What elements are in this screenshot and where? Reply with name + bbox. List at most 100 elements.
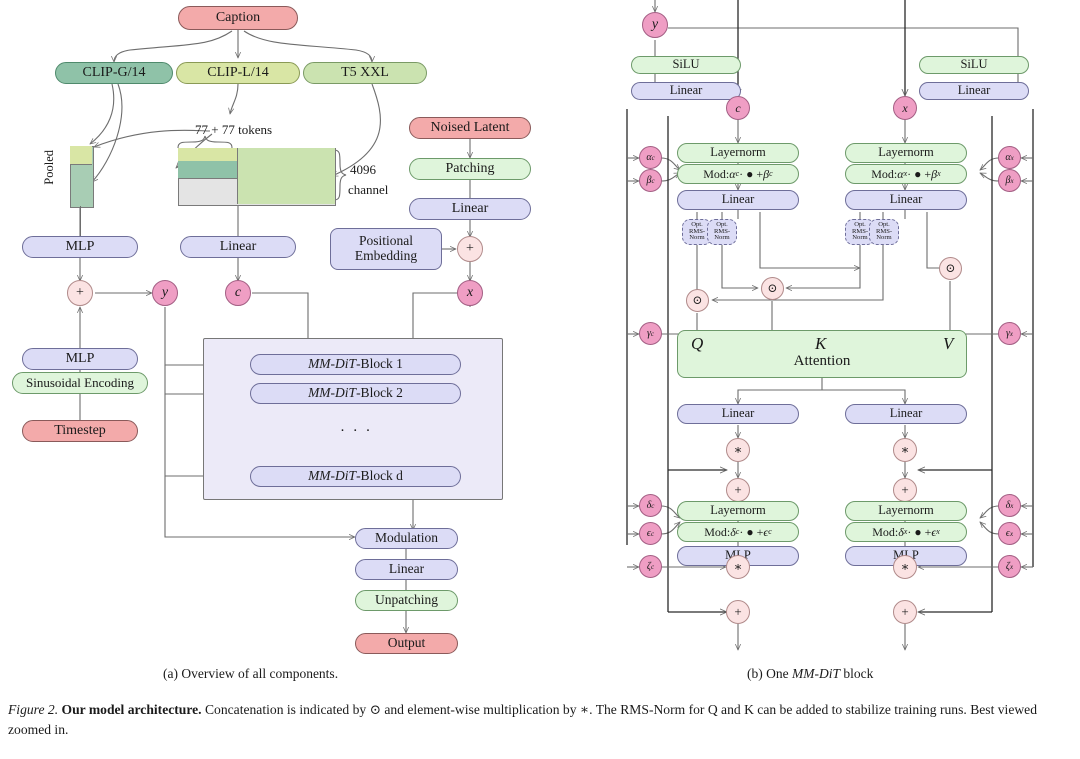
node-mod-c-1[interactable]: Mod: αc · ● + βc (677, 164, 799, 184)
mmdit-block-d[interactable]: MM-DiT -Block d (250, 466, 461, 487)
node-silu-x[interactable]: SiLU (919, 56, 1029, 74)
node-encoder-t5-xxl[interactable]: T5 XXL (303, 62, 427, 84)
node-output[interactable]: Output (355, 633, 458, 654)
mod-x-2-pre: Mod: (872, 524, 899, 539)
node-linear-latent[interactable]: Linear (409, 198, 531, 220)
node-layernorm-x-1[interactable]: Layernorm (845, 143, 967, 163)
op-mult-c-attn[interactable]: ∗ (726, 438, 750, 462)
node-mlp-pooled[interactable]: MLP (22, 236, 138, 258)
node-linear-x-qkv[interactable]: Linear (845, 190, 967, 210)
node-layernorm-x-2[interactable]: Layernorm (845, 501, 967, 521)
mod-c-1-mid: · ● + (739, 166, 764, 181)
mmdit-block-d-prefix: MM-DiT (308, 468, 357, 484)
var-y[interactable]: y (152, 280, 178, 306)
param-gamma-c[interactable]: γc (639, 322, 662, 345)
node-rmsnorm-x-k[interactable]: Opt. RMS- Norm (869, 219, 899, 245)
param-epsilon-x-sub: x (1009, 529, 1014, 538)
panelb-var-x[interactable]: x (893, 96, 917, 120)
rmsnorm-c-k-l3: Norm (714, 234, 730, 242)
rmsnorm-c-q-l3: Norm (689, 234, 705, 242)
node-mlp-timestep[interactable]: MLP (22, 348, 138, 370)
op-concat-v[interactable]: ⊙ (939, 257, 962, 280)
op-add-x-mlp[interactable]: + (893, 600, 917, 624)
param-gamma-x[interactable]: γx (998, 322, 1021, 345)
op-mult-c-mlp[interactable]: ∗ (726, 555, 750, 579)
pooled-stem (80, 206, 81, 236)
mmdit-block-1[interactable]: MM-DiT -Block 1 (250, 354, 461, 375)
mod-x-1-mid: · ● + (907, 166, 932, 181)
connector-lines (0, 0, 1034, 759)
param-beta-x-sub: x (1010, 176, 1014, 185)
op-concat-q[interactable]: ⊙ (686, 289, 709, 312)
op-add-c-attn[interactable]: + (726, 478, 750, 502)
attention-label-k: K (815, 334, 827, 353)
label-tokens: 77 + 77 tokens (195, 122, 273, 137)
param-epsilon-c[interactable]: ϵc (639, 522, 662, 545)
node-timestep[interactable]: Timestep (22, 420, 138, 442)
op-add-c-mlp[interactable]: + (726, 600, 750, 624)
op-mult-x-mlp[interactable]: ∗ (893, 555, 917, 579)
param-epsilon-c-sub: c (650, 529, 655, 538)
op-concat-k[interactable]: ⊙ (761, 277, 784, 300)
subcaption-b: (b) One MM-DiT block (747, 666, 873, 682)
param-alpha-c[interactable]: αc (639, 146, 662, 169)
param-beta-c[interactable]: βc (639, 169, 662, 192)
op-add-pooled-timestep[interactable]: + (67, 280, 93, 306)
node-encoder-clip-l[interactable]: CLIP-L/14 (176, 62, 300, 84)
mod-c-2-pre: Mod: (704, 524, 731, 539)
node-linear-context[interactable]: Linear (180, 236, 296, 258)
op-mult-x-attn[interactable]: ∗ (893, 438, 917, 462)
var-c[interactable]: c (225, 280, 251, 306)
param-zeta-c[interactable]: ζc (639, 555, 662, 578)
node-linear-c-post[interactable]: Linear (677, 404, 799, 424)
node-linear-out[interactable]: Linear (355, 559, 458, 580)
node-sinusoidal-encoding[interactable]: Sinusoidal Encoding (12, 372, 148, 394)
subcaption-b-pre: (b) One (747, 666, 792, 681)
param-alpha-x[interactable]: αx (998, 146, 1021, 169)
node-patching[interactable]: Patching (409, 158, 531, 180)
panelb-var-c[interactable]: c (726, 96, 750, 120)
param-delta-x[interactable]: δx (998, 494, 1021, 517)
param-alpha-c-sub: c (651, 153, 655, 162)
subcaption-a: (a) Overview of all components. (163, 666, 339, 681)
param-epsilon-x[interactable]: ϵx (998, 522, 1021, 545)
token-grid-right-channel (237, 148, 335, 204)
node-rmsnorm-c-k[interactable]: Opt. RMS- Norm (707, 219, 737, 245)
node-modulation[interactable]: Modulation (355, 528, 458, 549)
node-positional-embedding[interactable]: Positional Embedding (330, 228, 442, 270)
label-4096-channel-line1: 4096 (350, 162, 376, 177)
node-layernorm-c-2[interactable]: Layernorm (677, 501, 799, 521)
node-mod-x-1[interactable]: Mod: αx · ● + βx (845, 164, 967, 184)
node-encoder-clip-g[interactable]: CLIP-G/14 (55, 62, 173, 84)
node-layernorm-c-1[interactable]: Layernorm (677, 143, 799, 163)
mod-x-1-pre: Mod: (871, 166, 898, 181)
node-linear-mod-x[interactable]: Linear (919, 82, 1029, 100)
node-silu-c[interactable]: SiLU (631, 56, 741, 74)
label-4096-channel-line2: channel (348, 182, 389, 197)
param-zeta-x-sub: x (1009, 562, 1014, 571)
node-caption[interactable]: Caption (178, 6, 298, 30)
op-add-latent-pos[interactable]: + (457, 236, 483, 262)
mmdit-block-2[interactable]: MM-DiT -Block 2 (250, 383, 461, 404)
node-noised-latent[interactable]: Noised Latent (409, 117, 531, 139)
param-zeta-x[interactable]: ζx (998, 555, 1021, 578)
node-mod-x-2[interactable]: Mod: δx · ● + ϵx (845, 522, 967, 542)
node-linear-c-qkv[interactable]: Linear (677, 190, 799, 210)
node-linear-mod-c[interactable]: Linear (631, 82, 741, 100)
param-beta-x[interactable]: βx (998, 169, 1021, 192)
positional-embedding-line2: Embedding (354, 248, 418, 263)
panelb-var-y[interactable]: y (642, 12, 668, 38)
param-gamma-x-sub: x (1009, 329, 1014, 338)
mod-c-2-eps-sub: c (768, 526, 772, 536)
node-mod-c-2[interactable]: Mod: δc · ● + ϵc (677, 522, 799, 542)
param-delta-c[interactable]: δc (639, 494, 662, 517)
mod-x-2-mid: · ● + (907, 524, 932, 539)
figure-bold-title: Our model architecture. (61, 702, 202, 717)
node-unpatching[interactable]: Unpatching (355, 590, 458, 611)
op-add-x-attn[interactable]: + (893, 478, 917, 502)
param-gamma-c-sub: c (650, 329, 655, 338)
mod-c-1-beta-sub: c (769, 168, 773, 178)
mmdit-block-d-suffix: -Block d (356, 468, 403, 484)
var-x[interactable]: x (457, 280, 483, 306)
node-linear-x-post[interactable]: Linear (845, 404, 967, 424)
